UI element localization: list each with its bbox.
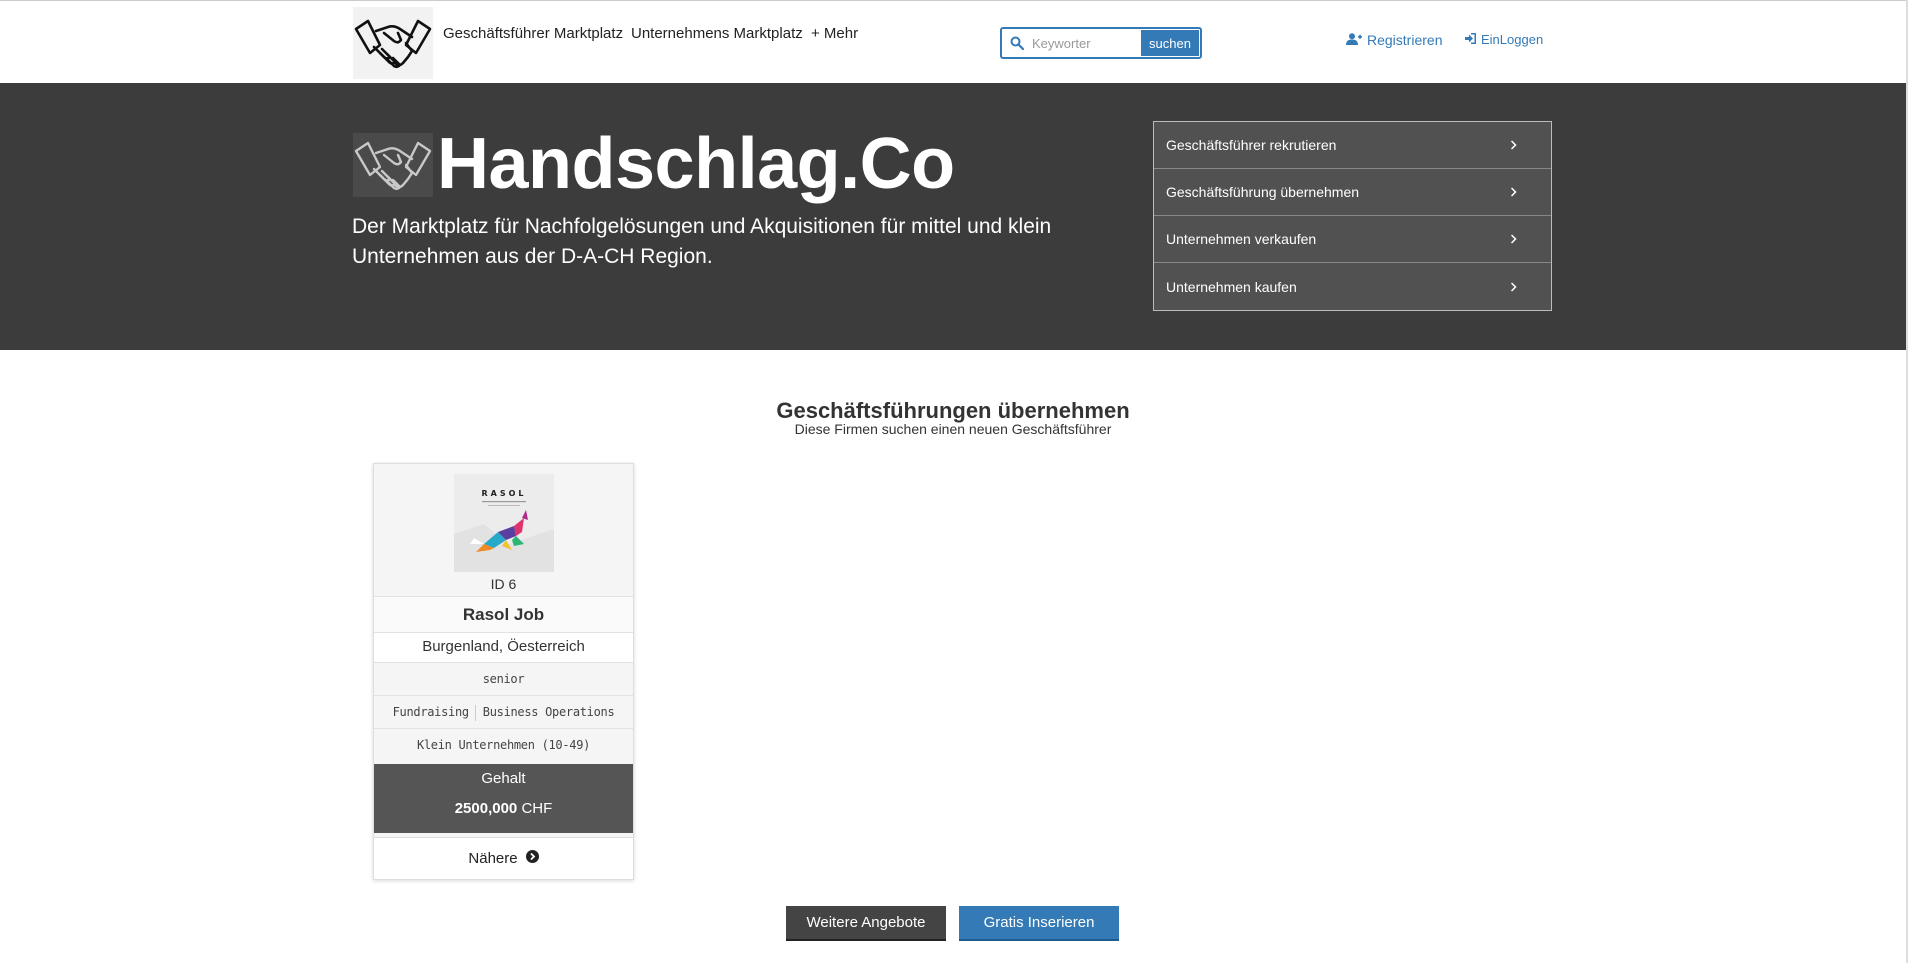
search-input[interactable] (1032, 30, 1144, 56)
nav-link-unternehmens-marktplatz[interactable]: Unternehmens Marktplatz (631, 25, 803, 42)
top-navbar: Geschäftsführer Marktplatz Unternehmens … (0, 0, 1908, 83)
salary-amount: 2500,000 (454, 800, 518, 817)
hero-menu: Geschäftsführer rekrutieren Geschäftsfüh… (1153, 121, 1552, 311)
tag-fundraising: Fundraising (392, 705, 469, 719)
tag-divider (474, 704, 476, 721)
chevron-right-icon (1510, 137, 1517, 153)
sign-in-icon (1465, 32, 1476, 47)
hero-menu-label: Geschäftsführung übernehmen (1166, 184, 1360, 200)
chevron-circle-right-icon (525, 850, 539, 867)
hero-banner: Handschlag.Co Der Marktplatz für Nachfol… (0, 83, 1906, 350)
hero-menu-item-geschaeftsfuehrung-uebernehmen[interactable]: Geschäftsführung übernehmen (1154, 169, 1551, 216)
hero-menu-item-unternehmen-kaufen[interactable]: Unternehmen kaufen (1154, 263, 1551, 310)
listing-name[interactable]: Rasol Job (374, 596, 633, 632)
handshake-logo-icon[interactable] (353, 7, 433, 79)
listing-company-size: Klein Unternehmen (10-49) (374, 728, 633, 761)
listing-card: RASOL ID 6 Rasol Job Burgenland, Öesterr… (373, 463, 634, 880)
chevron-right-icon (1510, 231, 1517, 247)
hero-title: Handschlag.Co (437, 124, 955, 204)
nav-link-geschaeftsfuehrer-marktplatz[interactable]: Geschäftsführer Marktplatz (443, 25, 623, 42)
hero-subtitle: Der Marktplatz für Nachfolgelösungen und… (352, 215, 1052, 268)
search-button[interactable]: suchen (1141, 30, 1199, 56)
salary-value: 2500,000 CHF (374, 800, 633, 817)
hero-menu-item-geschaeftsfuehrer-rekrutieren[interactable]: Geschäftsführer rekrutieren (1154, 122, 1551, 169)
hero-menu-label: Unternehmen kaufen (1166, 278, 1297, 295)
add-user-icon (1346, 32, 1362, 48)
search-form: suchen (1000, 27, 1202, 59)
chevron-right-icon (1510, 279, 1517, 295)
salary-box: Gehalt 2500,000 CHF (374, 764, 633, 833)
search-icon (1002, 29, 1032, 57)
listing-location: Burgenland, Öesterreich (374, 632, 633, 662)
company-logo-image[interactable]: RASOL (454, 474, 554, 572)
listing-tags: Fundraising Business Operations (374, 695, 633, 728)
tag-business-operations: Business Operations (482, 705, 615, 719)
details-label: Nähere (468, 850, 518, 867)
listing-level: senior (374, 662, 633, 695)
chevron-right-icon (1510, 184, 1517, 200)
more-offers-button[interactable]: Weitere Angebote (786, 906, 946, 941)
hero-menu-item-unternehmen-verkaufen[interactable]: Unternehmen verkaufen (1154, 216, 1551, 263)
insert-free-button[interactable]: Gratis Inserieren (959, 906, 1119, 941)
section-subtitle: Diese Firmen suchen einen neuen Geschäft… (794, 421, 1112, 437)
hero-menu-label: Unternehmen verkaufen (1166, 231, 1317, 247)
login-link[interactable]: EinLoggen (1465, 32, 1543, 47)
salary-currency: CHF (521, 800, 553, 817)
nav-link-mehr[interactable]: + Mehr (811, 25, 858, 42)
login-label: EinLoggen (1481, 32, 1544, 47)
register-label: Registrieren (1367, 32, 1443, 48)
salary-label: Gehalt (481, 770, 526, 787)
register-link[interactable]: Registrieren (1346, 32, 1442, 48)
details-button[interactable]: Nähere (374, 837, 633, 879)
rasol-brand-text: RASOL (481, 489, 526, 498)
handshake-icon (353, 133, 433, 197)
listing-id: ID 6 (490, 576, 517, 592)
hero-menu-label: Geschäftsführer rekrutieren (1166, 137, 1337, 153)
